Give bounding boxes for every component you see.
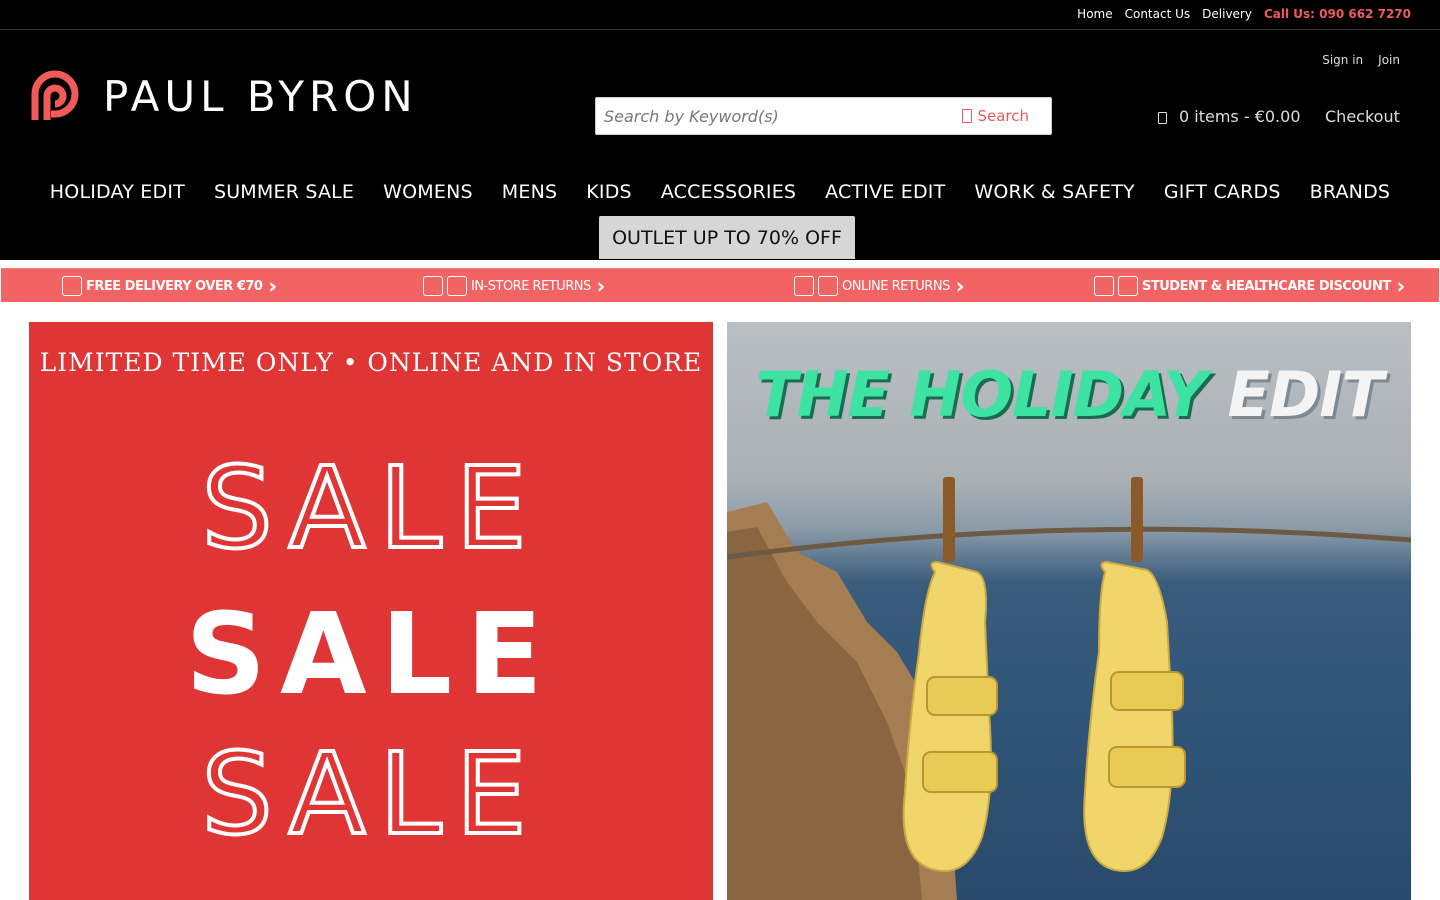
- search-box: Search: [595, 97, 1052, 135]
- search-input[interactable]: [604, 105, 934, 127]
- sale-banner[interactable]: LIMITED TIME ONLY • ONLINE AND IN STORE …: [29, 322, 713, 900]
- holiday-title-part: THE HOLIDAY: [755, 358, 1208, 431]
- promo-label: STUDENT & HEALTHCARE DISCOUNT: [1142, 278, 1391, 294]
- return-icon: [818, 276, 838, 296]
- logo-text: PAUL BYRON: [103, 71, 418, 121]
- promo-strip: FREE DELIVERY OVER €70 ›› IN-STORE RETUR…: [1, 268, 1439, 302]
- nav-active-edit[interactable]: ACTIVE EDIT: [811, 181, 960, 203]
- nav-work-safety[interactable]: WORK & SAFETY: [960, 181, 1149, 203]
- home-link[interactable]: Home: [1077, 7, 1112, 21]
- sale-text: SALE: [200, 442, 541, 576]
- site-header: PAUL BYRON Sign in Join Search 0 items -…: [0, 30, 1440, 260]
- cart-link[interactable]: 0 items - €0.00: [1158, 107, 1301, 126]
- main-nav: HOLIDAY EDIT SUMMER SALE WOMENS MENS KID…: [0, 181, 1440, 203]
- join-link[interactable]: Join: [1378, 53, 1400, 67]
- site-logo[interactable]: PAUL BYRON: [29, 70, 418, 122]
- students-icon: [1094, 276, 1114, 296]
- top-links: Home Contact Us Delivery Call Us: 090 66…: [1077, 7, 1411, 21]
- sign-in-link[interactable]: Sign in: [1322, 53, 1363, 67]
- contact-us-link[interactable]: Contact Us: [1125, 7, 1191, 21]
- account-links: Sign in Join: [1322, 53, 1400, 67]
- promo-online-returns[interactable]: ONLINE RETURNS ››: [794, 269, 964, 303]
- promo-free-delivery[interactable]: FREE DELIVERY OVER €70 ››: [62, 269, 277, 303]
- phone-link[interactable]: Call Us: 090 662 7270: [1264, 7, 1411, 21]
- edit-title-part: EDIT: [1227, 358, 1383, 431]
- promo-in-store-returns[interactable]: IN-STORE RETURNS ››: [423, 269, 605, 303]
- promo-student-discount[interactable]: STUDENT & HEALTHCARE DISCOUNT ››: [1094, 269, 1405, 303]
- nav-summer-sale[interactable]: SUMMER SALE: [199, 181, 368, 203]
- delivery-link[interactable]: Delivery: [1202, 7, 1252, 21]
- promo-label: FREE DELIVERY OVER €70: [86, 278, 263, 294]
- search-button-label: Search: [977, 107, 1029, 125]
- nav-gift-cards[interactable]: GIFT CARDS: [1149, 181, 1295, 203]
- nav-brands[interactable]: BRANDS: [1295, 181, 1405, 203]
- delivery-van-icon: [62, 276, 82, 296]
- search-button[interactable]: Search: [962, 107, 1029, 125]
- search-icon: [962, 109, 973, 123]
- nav-accessories[interactable]: ACCESSORIES: [646, 181, 810, 203]
- nav-holiday-edit[interactable]: HOLIDAY EDIT: [35, 181, 199, 203]
- promo-label: IN-STORE RETURNS: [471, 278, 591, 294]
- store-icon: [423, 276, 443, 296]
- nurse-icon: [1118, 276, 1138, 296]
- cart-summary: 0 items - €0.00: [1179, 107, 1301, 126]
- top-bar: Home Contact Us Delivery Call Us: 090 66…: [0, 0, 1440, 30]
- holiday-edit-banner[interactable]: THE HOLIDAY EDIT: [727, 322, 1411, 900]
- logo-mark-icon: [31, 70, 79, 120]
- return-icon: [447, 276, 467, 296]
- phone-icon: [794, 276, 814, 296]
- sale-banner-tagline: LIMITED TIME ONLY • ONLINE AND IN STORE: [39, 348, 703, 377]
- nav-mens[interactable]: MENS: [487, 181, 571, 203]
- promo-label: ONLINE RETURNS: [842, 278, 950, 294]
- nav-kids[interactable]: KIDS: [572, 181, 647, 203]
- sale-text: SALE: [185, 590, 557, 720]
- nav-outlet[interactable]: OUTLET UP TO 70% OFF: [599, 216, 855, 259]
- checkout-link[interactable]: Checkout: [1325, 107, 1400, 126]
- cart-icon: [1158, 111, 1167, 124]
- nav-womens[interactable]: WOMENS: [369, 181, 488, 203]
- holiday-edit-title: THE HOLIDAY EDIT: [727, 358, 1411, 431]
- sale-text: SALE: [200, 728, 541, 862]
